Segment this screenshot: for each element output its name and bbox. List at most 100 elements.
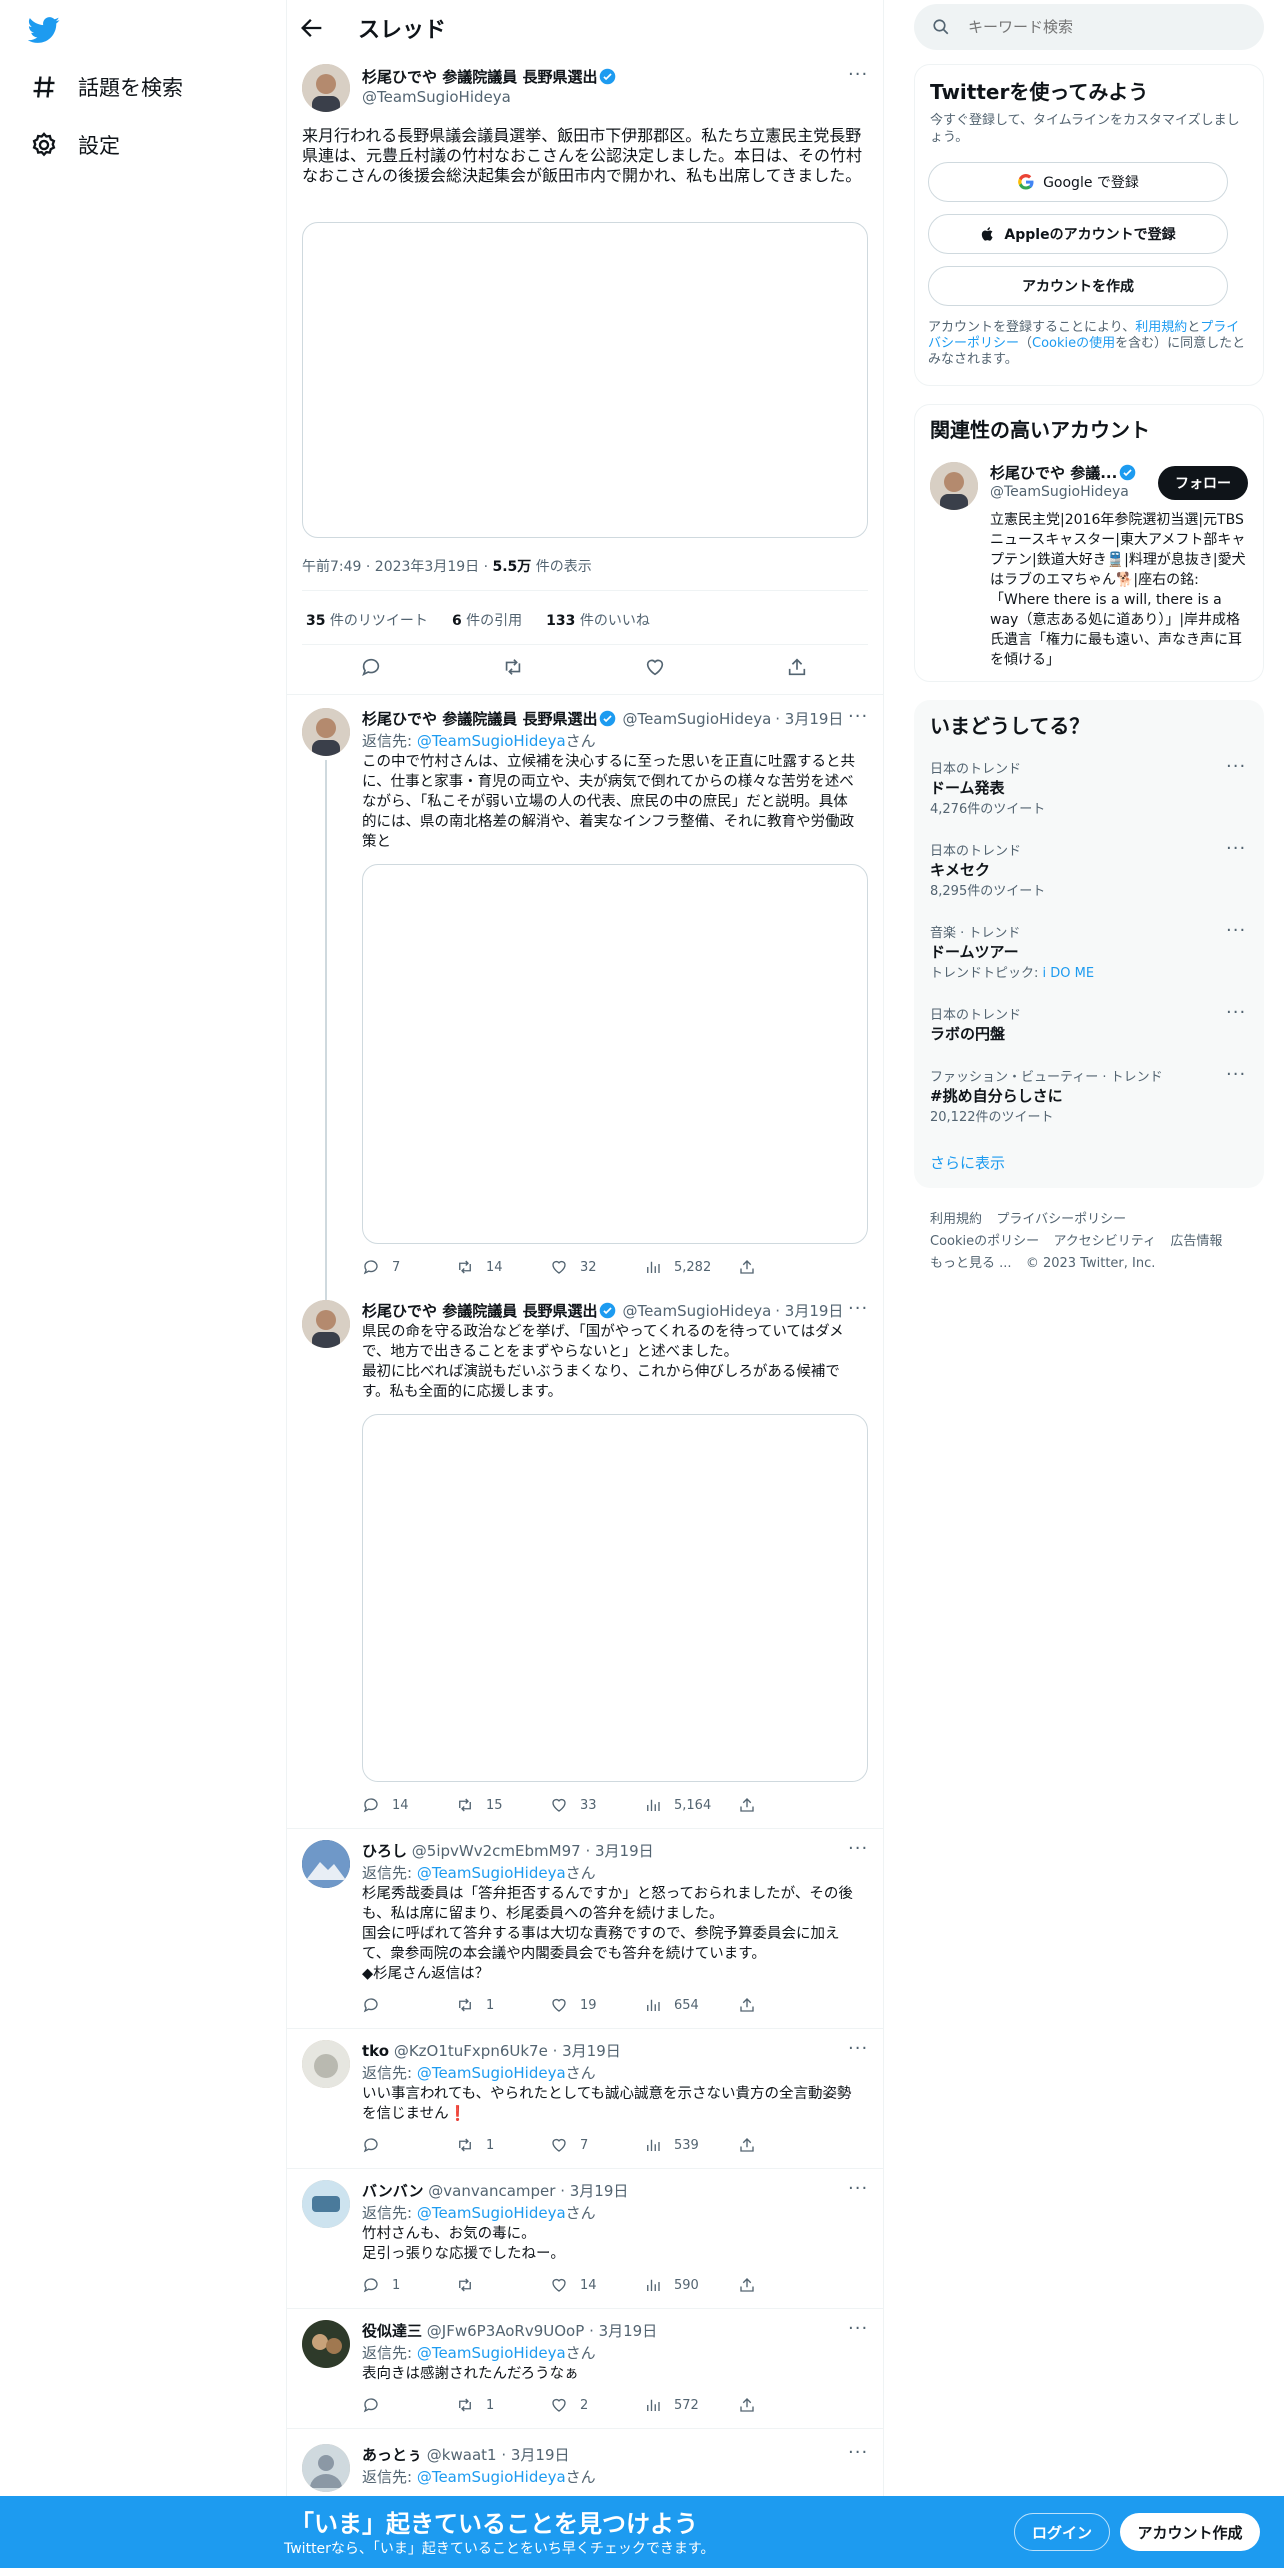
retweet-action[interactable]: 15 — [456, 1796, 550, 1814]
author-handle[interactable]: @TeamSugioHideya — [622, 1302, 771, 1320]
more-icon[interactable]: ··· — [1226, 756, 1246, 777]
reply-to-handle[interactable]: @TeamSugioHideya — [417, 2344, 566, 2362]
avatar[interactable] — [302, 1300, 350, 1348]
views-action[interactable]: 654 — [644, 1996, 738, 2014]
author-handle[interactable]: @TeamSugioHideya — [362, 88, 511, 106]
like-action[interactable]: 33 — [550, 1796, 644, 1814]
more-icon[interactable]: ··· — [848, 1838, 868, 1859]
reply-action[interactable] — [362, 2136, 456, 2154]
retweet-action[interactable]: 1 — [456, 2396, 550, 2414]
more-icon[interactable]: ··· — [1226, 1002, 1246, 1023]
trend-topic-link[interactable]: i DO ME — [1043, 966, 1095, 981]
back-arrow-icon[interactable] — [298, 14, 326, 42]
share-action[interactable] — [738, 2396, 832, 2414]
share-action[interactable] — [738, 1996, 832, 2014]
author-name[interactable]: ひろし — [362, 1842, 407, 1860]
tweet-date[interactable]: · 3月19日 — [775, 1300, 843, 1321]
reply-action[interactable] — [362, 1996, 456, 2014]
reply-action[interactable]: 1 — [362, 2276, 456, 2294]
avatar[interactable] — [302, 2040, 350, 2088]
nav-explore[interactable]: 話題を検索 — [30, 72, 183, 102]
reply-to-handle[interactable]: @TeamSugioHideya — [417, 732, 566, 750]
author-name-row[interactable]: 杉尾ひでや 参議院議員 長野県選出 — [362, 66, 618, 87]
more-icon[interactable]: ··· — [848, 2178, 868, 2199]
more-icon[interactable]: ··· — [848, 1298, 868, 1319]
retweet-action[interactable] — [456, 2276, 550, 2294]
search-input[interactable] — [968, 18, 1218, 36]
tweet-date[interactable]: · 3月19日 — [585, 1842, 653, 1860]
google-signup-button[interactable]: Google で登録 — [928, 162, 1228, 202]
author-name[interactable]: あっとぅ — [362, 2446, 422, 2464]
search-bar[interactable] — [914, 4, 1264, 50]
show-more-link[interactable]: さらに表示 — [930, 1152, 1005, 1173]
like-action[interactable]: 14 — [550, 2276, 644, 2294]
avatar[interactable] — [302, 708, 350, 756]
trend-item[interactable]: 日本のトレンド キメセク 8,295件のツイート — [930, 840, 1045, 899]
author-name[interactable]: バンバン — [362, 2182, 424, 2200]
nav-settings[interactable]: 設定 — [30, 130, 120, 160]
author-handle[interactable]: @TeamSugioHideya — [622, 710, 771, 728]
related-handle[interactable]: @TeamSugioHideya — [990, 484, 1129, 500]
more-icon[interactable]: ··· — [848, 64, 868, 85]
trend-item[interactable]: ファッション・ビューティー · トレンド #挑め自分らしさに 20,122件のツ… — [930, 1066, 1163, 1125]
retweet-action[interactable]: 1 — [456, 2136, 550, 2154]
footer-ads-link[interactable]: 広告情報 — [1170, 1234, 1222, 1249]
author-handle[interactable]: @KzO1tuFxpn6Uk7e — [394, 2042, 548, 2060]
apple-signup-button[interactable]: Appleのアカウントで登録 — [928, 214, 1228, 254]
tweet-media[interactable] — [362, 864, 868, 1244]
reply-to-handle[interactable]: @TeamSugioHideya — [417, 2064, 566, 2082]
like-action[interactable]: 2 — [550, 2396, 644, 2414]
like-icon[interactable] — [644, 656, 666, 678]
tweet-date[interactable]: · 3月19日 — [775, 708, 843, 729]
reply-to-handle[interactable]: @TeamSugioHideya — [417, 2468, 566, 2486]
more-icon[interactable]: ··· — [848, 2038, 868, 2059]
author-name[interactable]: 杉尾ひでや 参議院議員 長野県選出 — [362, 708, 597, 729]
reply-action[interactable]: 7 — [362, 1258, 456, 1276]
avatar[interactable] — [302, 1840, 350, 1888]
share-action[interactable] — [738, 1258, 832, 1276]
tweet-date[interactable]: · 3月19日 — [501, 2446, 569, 2464]
author-name[interactable]: tko — [362, 2042, 389, 2060]
tweet-timestamp[interactable]: 午前7:49 · 2023年3月19日 · 5.5万 件の表示 — [302, 556, 592, 576]
trend-item[interactable]: 日本のトレンド ラボの円盤 — [930, 1004, 1021, 1044]
footer-cookie-link[interactable]: Cookieのポリシー — [930, 1234, 1039, 1249]
views-action[interactable]: 539 — [644, 2136, 738, 2154]
more-icon[interactable]: ··· — [848, 2442, 868, 2463]
login-button[interactable]: ログイン — [1014, 2513, 1110, 2551]
share-icon[interactable] — [786, 656, 808, 678]
author-handle[interactable]: @5ipvWv2cmEbmM97 — [412, 1842, 581, 1860]
retweet-action[interactable]: 14 — [456, 1258, 550, 1276]
related-name-row[interactable]: 杉尾ひでや 参議... — [990, 462, 1138, 483]
more-icon[interactable]: ··· — [848, 706, 868, 727]
reply-action[interactable]: 14 — [362, 1796, 456, 1814]
reply-icon[interactable] — [360, 656, 382, 678]
footer-accessibility-link[interactable]: アクセシビリティ — [1053, 1234, 1156, 1249]
retweet-action[interactable]: 1 — [456, 1996, 550, 2014]
like-stat[interactable]: 133 件のいいね — [546, 610, 650, 630]
terms-link[interactable]: 利用規約 — [1135, 320, 1187, 335]
author-handle[interactable]: @vanvancamper — [428, 2182, 555, 2200]
footer-more-link[interactable]: もっと見る ... — [930, 1256, 1012, 1271]
views-action[interactable]: 5,282 — [644, 1258, 738, 1276]
retweet-stat[interactable]: 35 件のリツイート — [306, 610, 428, 630]
views-action[interactable]: 572 — [644, 2396, 738, 2414]
trend-item[interactable]: 音楽 · トレンド ドームツアー トレンドトピック: i DO ME — [930, 922, 1094, 981]
footer-privacy-link[interactable]: プライバシーポリシー — [996, 1212, 1126, 1227]
author-handle[interactable]: @kwaat1 — [427, 2446, 497, 2464]
tweet-date[interactable]: · 3月19日 — [560, 2182, 628, 2200]
like-action[interactable]: 7 — [550, 2136, 644, 2154]
avatar[interactable] — [302, 2180, 350, 2228]
tweet-media[interactable] — [362, 1414, 868, 1782]
footer-terms-link[interactable]: 利用規約 — [930, 1212, 982, 1227]
share-action[interactable] — [738, 1796, 832, 1814]
tweet-date[interactable]: · 3月19日 — [589, 2322, 657, 2340]
avatar[interactable] — [930, 462, 978, 510]
author-name[interactable]: 杉尾ひでや 参議院議員 長野県選出 — [362, 1300, 597, 1321]
like-action[interactable]: 32 — [550, 1258, 644, 1276]
signup-button[interactable]: アカウント作成 — [1120, 2513, 1260, 2551]
trend-item[interactable]: 日本のトレンド ドーム発表 4,276件のツイート — [930, 758, 1045, 817]
tweet-media[interactable] — [302, 222, 868, 538]
more-icon[interactable]: ··· — [1226, 920, 1246, 941]
views-action[interactable]: 590 — [644, 2276, 738, 2294]
share-action[interactable] — [738, 2276, 832, 2294]
